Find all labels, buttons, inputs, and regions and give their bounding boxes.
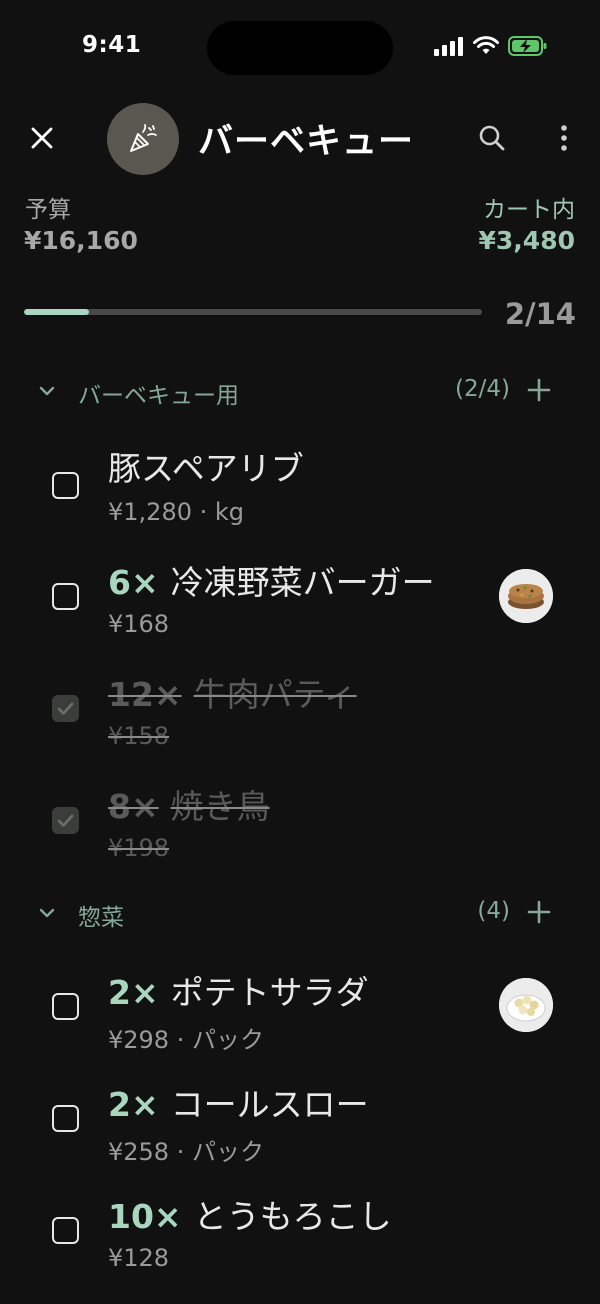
item-name: 牛肉パティ	[193, 675, 357, 714]
item-checkbox[interactable]	[52, 807, 79, 834]
add-item-button[interactable]	[526, 899, 552, 925]
item-title: 8× 焼き鳥	[108, 780, 270, 828]
section-header-bbq[interactable]: バーベキュー用 (2/4)	[0, 372, 600, 412]
item-title: 豚スペアリブ	[108, 442, 304, 490]
item-checkbox[interactable]	[52, 1217, 79, 1244]
add-item-button[interactable]	[526, 377, 552, 403]
close-icon	[31, 127, 53, 149]
checkmark-icon	[57, 702, 74, 715]
chevron-down-icon	[39, 908, 55, 918]
close-button[interactable]	[24, 120, 60, 156]
item-checkbox[interactable]	[52, 1105, 79, 1132]
signal-icon	[434, 37, 463, 56]
item-title: 2× ポテトサラダ	[108, 966, 369, 1014]
search-button[interactable]	[474, 120, 510, 156]
party-popper-icon	[130, 124, 157, 152]
status-time: 9:41	[82, 32, 142, 58]
list-item[interactable]: 12× 牛肉パティ ¥158	[0, 656, 600, 766]
item-name: コールスロー	[170, 1085, 369, 1124]
item-price: ¥158	[108, 722, 170, 750]
item-quantity: 8×	[108, 787, 159, 826]
item-checkbox[interactable]	[52, 695, 79, 722]
budget-label: 予算	[25, 197, 71, 223]
item-name: 冷凍野菜バーガー	[170, 563, 435, 602]
item-name: 焼き鳥	[170, 787, 270, 826]
list-item[interactable]: 10× とうもろこし ¥128	[0, 1178, 600, 1288]
item-quantity: 2×	[108, 1085, 159, 1124]
list-item[interactable]: 2× コールスロー ¥258 · パック	[0, 1066, 600, 1176]
budget-value: ¥16,160	[24, 226, 138, 255]
potato-salad-image	[499, 978, 553, 1032]
item-price: ¥1,280 · kg	[108, 498, 244, 526]
item-name: とうもろこし	[193, 1197, 392, 1236]
list-avatar[interactable]	[107, 103, 179, 175]
item-quantity: 10×	[108, 1197, 182, 1236]
item-price: ¥258 · パック	[108, 1138, 264, 1166]
burger-image	[499, 569, 553, 623]
item-thumbnail[interactable]	[499, 978, 553, 1032]
cart-total-label: カート内	[483, 197, 575, 223]
item-title: 10× とうもろこし	[108, 1190, 392, 1238]
dynamic-island	[207, 21, 393, 75]
item-name: ポテトサラダ	[170, 973, 369, 1012]
battery-charging-icon	[508, 36, 547, 56]
item-quantity: 2×	[108, 973, 159, 1012]
section-count: (2/4)	[455, 376, 510, 402]
cart-total-value: ¥3,480	[478, 226, 575, 255]
search-icon	[479, 125, 505, 151]
chevron-down-icon	[39, 386, 55, 396]
item-price: ¥298 · パック	[108, 1026, 264, 1054]
wifi-icon	[473, 36, 499, 54]
list-item[interactable]: 8× 焼き鳥 ¥198	[0, 768, 600, 878]
progress-text: 2/14	[504, 297, 576, 331]
status-bar: 9:41	[0, 0, 600, 100]
item-title: 2× コールスロー	[108, 1078, 369, 1126]
status-icons	[434, 36, 548, 56]
item-thumbnail[interactable]	[499, 569, 553, 623]
item-price: ¥198	[108, 834, 170, 862]
item-checkbox[interactable]	[52, 583, 79, 610]
item-quantity: 6×	[108, 563, 159, 602]
list-item[interactable]: 6× 冷凍野菜バーガー ¥168	[0, 544, 600, 654]
item-name: 豚スペアリブ	[108, 449, 304, 488]
item-checkbox[interactable]	[52, 472, 79, 499]
progress-bar-fill	[24, 309, 90, 315]
item-quantity: 12×	[108, 675, 182, 714]
item-price: ¥168	[108, 610, 170, 638]
section-count: (4)	[477, 898, 510, 924]
page-title: バーベキュー	[198, 122, 415, 162]
item-title: 12× 牛肉パティ	[108, 668, 357, 716]
item-price: ¥128	[108, 1244, 170, 1272]
more-options-button[interactable]	[548, 120, 580, 156]
checkmark-icon	[57, 814, 74, 827]
section-header-deli[interactable]: 惣菜 (4)	[0, 894, 600, 934]
progress-bar	[24, 309, 482, 315]
item-title: 6× 冷凍野菜バーガー	[108, 556, 435, 604]
list-item[interactable]: 豚スペアリブ ¥1,280 · kg	[0, 432, 600, 542]
list-item[interactable]: 2× ポテトサラダ ¥298 · パック	[0, 954, 600, 1064]
more-vertical-icon	[561, 125, 567, 151]
item-checkbox[interactable]	[52, 993, 79, 1020]
section-title: バーベキュー用	[78, 383, 239, 409]
section-title: 惣菜	[78, 905, 124, 931]
